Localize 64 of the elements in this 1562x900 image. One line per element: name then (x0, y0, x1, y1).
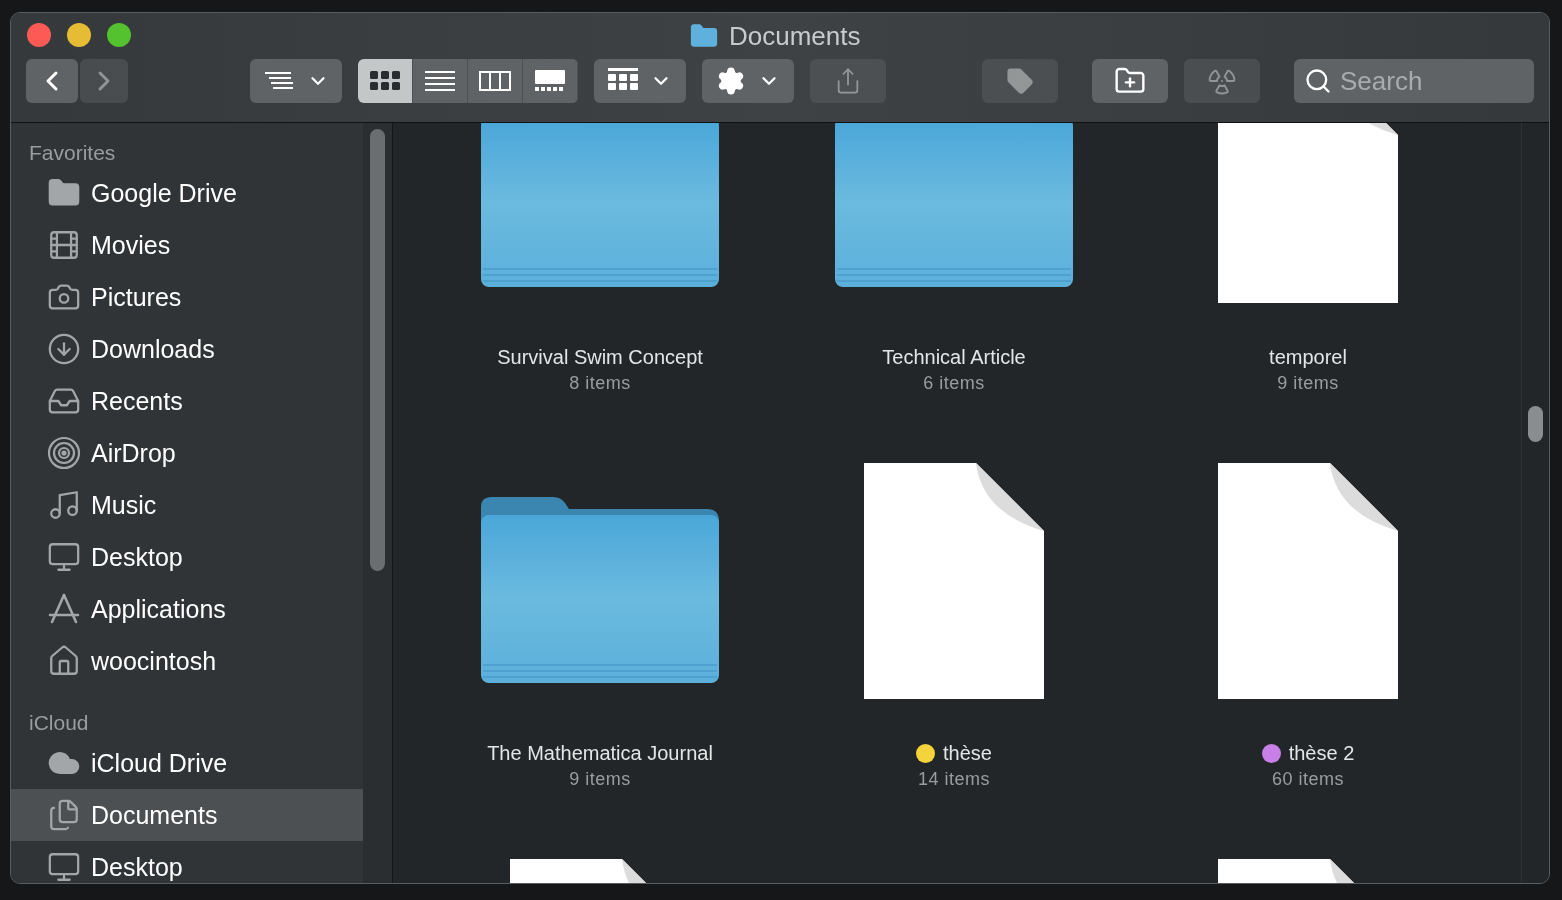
icon-view-icon (370, 71, 400, 91)
sidebar-item[interactable]: iCloud Drive (11, 737, 363, 789)
back-button[interactable] (26, 59, 78, 103)
file-name[interactable]: thèse 2 (1288, 741, 1355, 765)
sidebar-item[interactable]: Desktop (11, 841, 363, 883)
gallery-view-icon (535, 70, 565, 92)
sidebar-item[interactable]: Downloads (11, 323, 363, 375)
sidebar-item[interactable]: Documents (11, 789, 363, 841)
sidebar-item[interactable]: AirDrop (11, 427, 363, 479)
sidebar-item[interactable]: woocintosh (11, 635, 363, 687)
file-name[interactable]: thèse (943, 741, 992, 765)
minimize-button[interactable] (67, 23, 91, 47)
search-input[interactable]: Search (1340, 61, 1520, 101)
document-icon (1218, 123, 1398, 303)
folder-icon (481, 123, 719, 287)
document-icon (1218, 463, 1398, 699)
scrollbar-thumb[interactable] (1528, 406, 1543, 442)
search-icon (1304, 67, 1332, 95)
item-count: 8 items (569, 372, 631, 394)
view-mode-tab[interactable] (358, 59, 413, 103)
list-view-icon (425, 71, 455, 91)
file-name[interactable]: Survival Swim Concept (497, 345, 703, 369)
column-view-icon (479, 71, 511, 91)
folder-icon (481, 497, 719, 683)
documents-icon (47, 798, 81, 832)
item-count: 9 items (569, 768, 631, 790)
settings-icon (716, 66, 746, 96)
home-icon (47, 644, 81, 678)
file-name[interactable]: temporel (1269, 345, 1347, 369)
film-icon (47, 228, 81, 262)
close-button[interactable] (27, 23, 51, 47)
file-name[interactable]: Technical Article (882, 345, 1026, 369)
desktop-icon (47, 850, 81, 883)
desktop-icon (47, 540, 81, 574)
sidebar-item[interactable]: Pictures (11, 271, 363, 323)
sidebar-heading: iCloud (28, 710, 90, 736)
tag-icon (1006, 67, 1034, 95)
action-button[interactable] (702, 59, 794, 103)
scrollbar-thumb[interactable] (370, 129, 385, 571)
arrange-button[interactable] (250, 59, 342, 103)
download-icon (47, 332, 81, 366)
sidebar-item[interactable]: Music (11, 479, 363, 531)
item-count: 6 items (923, 372, 985, 394)
group-button[interactable] (594, 59, 686, 103)
arrange-icon (263, 71, 295, 91)
file-name[interactable]: The Mathematica Journal (487, 741, 713, 765)
zoom-button[interactable] (107, 23, 131, 47)
new-folder-button[interactable] (1092, 59, 1168, 103)
folder-icon (835, 123, 1073, 287)
item-count: 9 items (1277, 372, 1339, 394)
applications-icon (47, 592, 81, 626)
sidebar-item[interactable]: Movies (11, 219, 363, 271)
item-count: 60 items (1272, 768, 1344, 790)
music-icon (47, 488, 81, 522)
sidebar-item[interactable]: Desktop (11, 531, 363, 583)
sidebar-item[interactable]: Recents (11, 375, 363, 427)
search-field[interactable]: Search (1294, 59, 1534, 103)
sidebar-item[interactable]: Google Drive (11, 167, 363, 219)
document-icon (864, 463, 1044, 699)
item-count: 14 items (918, 768, 990, 790)
window-title: Documents (729, 21, 861, 51)
airdrop-icon (47, 436, 81, 470)
sidebar-item[interactable]: Applications (11, 583, 363, 635)
sidebar-heading: Favorites (28, 140, 117, 166)
